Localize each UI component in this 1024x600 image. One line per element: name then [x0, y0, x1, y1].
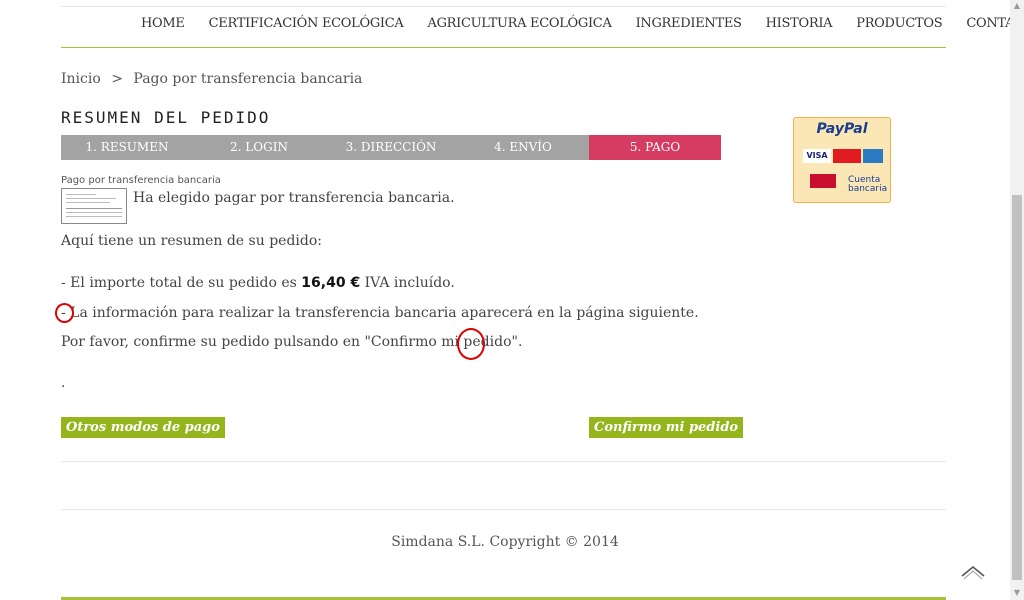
step-pago: 5. PAGO [589, 135, 721, 160]
red-annotation-circle [457, 328, 485, 360]
total-suffix: IVA incluído. [364, 275, 455, 291]
nav-item-home[interactable]: HOME [141, 16, 185, 31]
scrollbar[interactable]: ▲ ▼ [1010, 0, 1024, 600]
nav-item-ingredientes[interactable]: INGREDIENTES [636, 16, 742, 31]
breadcrumb-home[interactable]: Inicio [61, 71, 101, 87]
checkout-steps: 1. RESUMEN 2. LOGIN 3. DIRECCIÓN 4. ENVÍ… [61, 135, 721, 160]
payment-chosen-text: Ha elegido pagar por transferencia banca… [133, 190, 455, 206]
scrollbar-thumb[interactable] [1012, 195, 1022, 580]
red-annotation-circle [55, 303, 74, 323]
visa-icon: VISA [803, 149, 831, 163]
page-title: RESUMEN DEL PEDIDO [61, 108, 271, 127]
total-amount: 16,40 € [301, 275, 361, 291]
nav-item-agricultura[interactable]: AGRICULTURA ECOLÓGICA [428, 16, 612, 31]
scroll-down-icon[interactable]: ▼ [1012, 588, 1022, 598]
step-direccion[interactable]: 3. DIRECCIÓN [325, 135, 457, 160]
paypal-logo: PayPal [816, 121, 868, 137]
content-divider [61, 461, 946, 462]
mastercard-icon [833, 149, 861, 163]
nav-item-productos[interactable]: PRODUCTOS [856, 16, 942, 31]
total-prefix: - El importe total de su pedido es [61, 275, 297, 291]
confirm-instruction: Por favor, confirme su pedido pulsando e… [61, 334, 523, 350]
amex-icon [863, 149, 883, 163]
payment-method-label: Pago por transferencia bancaria [61, 175, 221, 186]
total-line: - El importe total de su pedido es 16,40… [61, 275, 455, 291]
step-envio[interactable]: 4. ENVÍO [457, 135, 589, 160]
step-login[interactable]: 2. LOGIN [193, 135, 325, 160]
nav-item-certificacion[interactable]: CERTIFICACIÓN ECOLÓGICA [209, 16, 404, 31]
footer-copyright: Simdana S.L. Copyright © 2014 [391, 534, 619, 550]
dot-text: . [61, 375, 66, 391]
breadcrumb-current: Pago por transferencia bancaria [133, 71, 363, 87]
bank-icon [810, 174, 836, 188]
other-payment-methods-button[interactable]: Otros modos de pago [61, 417, 225, 438]
back-to-top-icon[interactable] [960, 562, 986, 582]
breadcrumb-separator: > [111, 71, 123, 87]
main-nav: HOME CERTIFICACIÓN ECOLÓGICA AGRICULTURA… [61, 0, 1024, 48]
paypal-badge[interactable]: PayPal VISA Cuenta bancaria [793, 117, 891, 203]
info-line: - La información para realizar la transf… [61, 305, 699, 321]
bank-account-label: Cuenta bancaria [848, 175, 888, 194]
nav-item-historia[interactable]: HISTORIA [766, 16, 833, 31]
bank-transfer-image [61, 188, 127, 224]
scroll-up-icon[interactable]: ▲ [1012, 1, 1022, 11]
footer-divider [61, 509, 946, 510]
confirm-order-button[interactable]: Confirmo mi pedido [589, 417, 744, 438]
breadcrumb: Inicio > Pago por transferencia bancaria [61, 71, 362, 87]
summary-intro: Aquí tiene un resumen de su pedido: [61, 233, 322, 249]
step-resumen[interactable]: 1. RESUMEN [61, 135, 193, 160]
